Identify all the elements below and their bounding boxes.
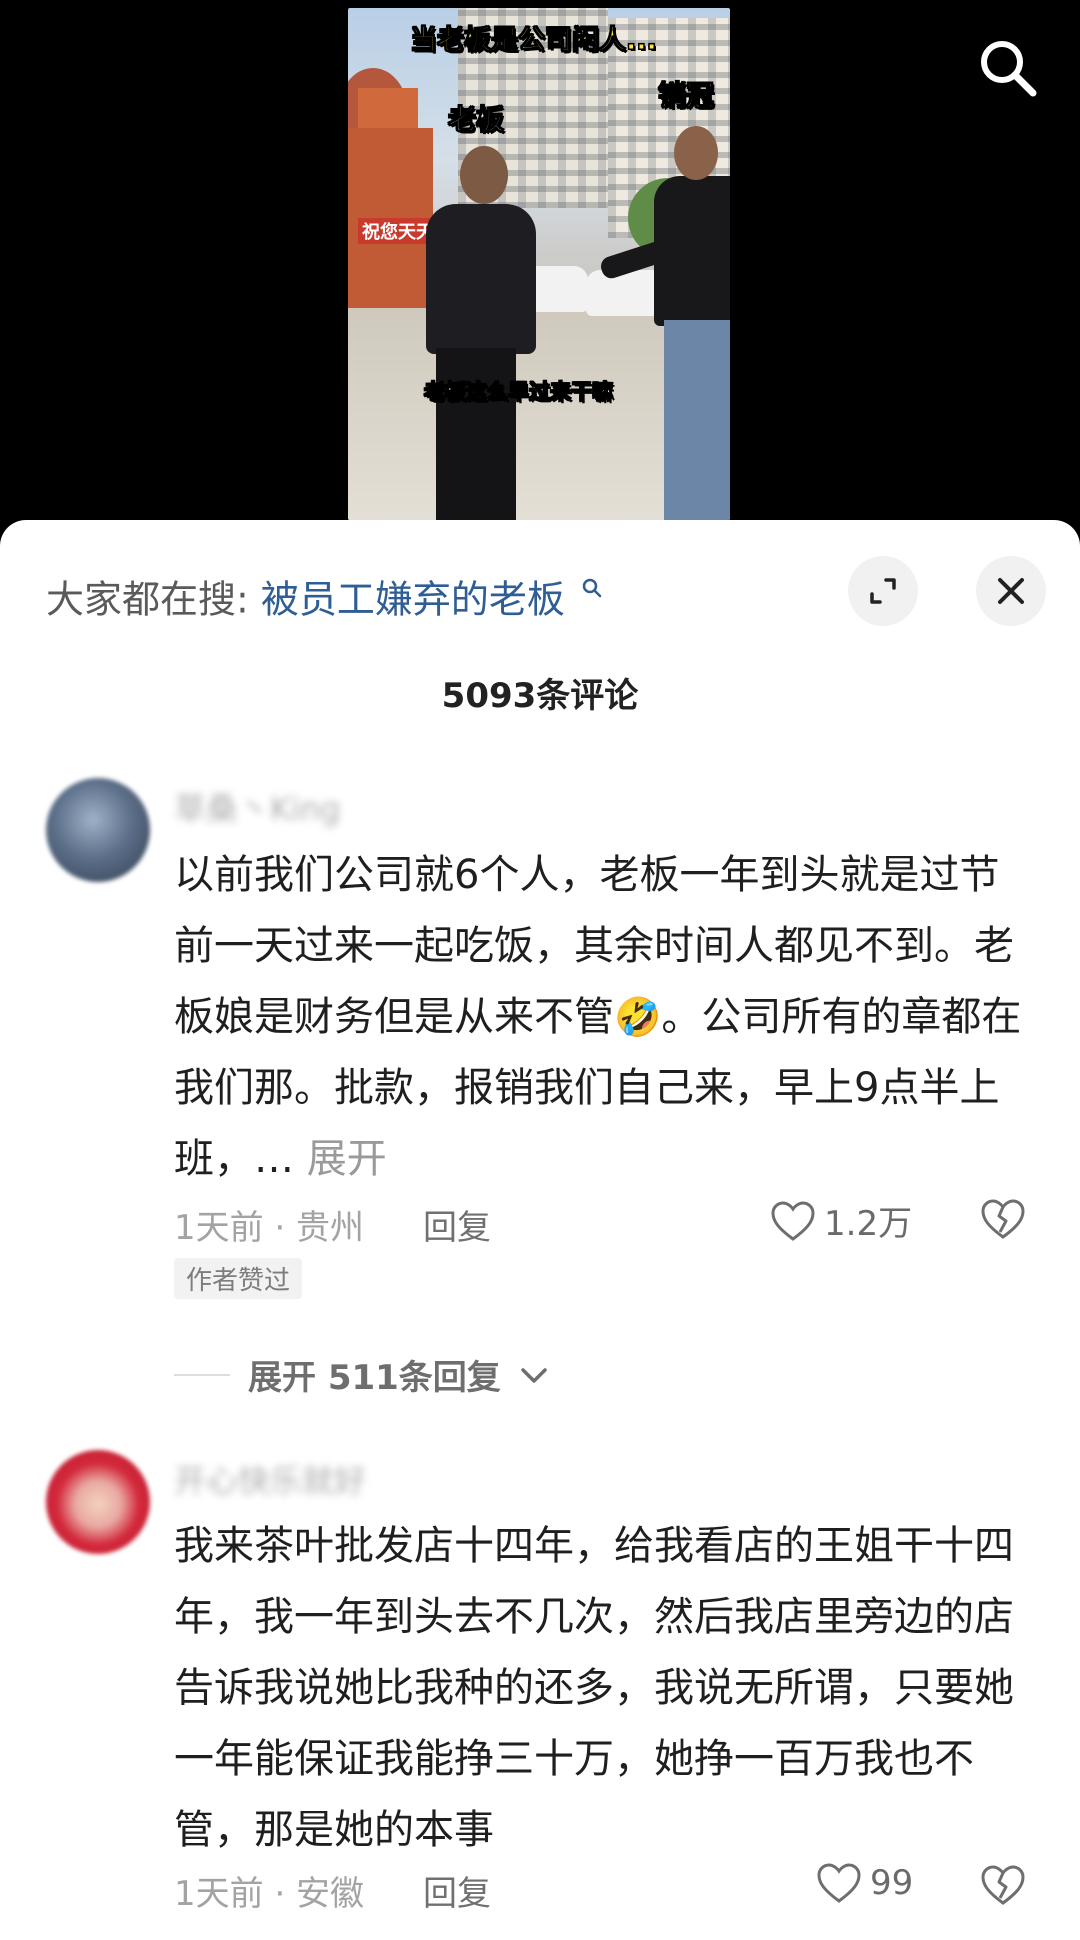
heart-outline-icon xyxy=(771,1200,815,1241)
dislike-button[interactable] xyxy=(980,1198,1026,1244)
like-button[interactable]: 1.2万 xyxy=(770,1196,912,1245)
video-subtitle: 老板这么早过来干嘛 xyxy=(424,380,614,405)
close-button[interactable] xyxy=(976,556,1046,626)
comment-username[interactable]: 开心快乐就好 xyxy=(174,1456,366,1502)
reply-button[interactable]: 回复 xyxy=(423,1200,491,1249)
comment-username[interactable]: 草桑丶King xyxy=(174,784,340,830)
broken-heart-icon xyxy=(981,1865,1025,1905)
trending-search-prefix: 大家都在搜: xyxy=(46,577,249,622)
comment-count-title: 5093条评论 xyxy=(441,676,639,716)
expand-icon xyxy=(870,578,896,604)
avatar[interactable] xyxy=(46,1450,150,1554)
divider-line xyxy=(174,1373,230,1376)
chevron-down-icon xyxy=(521,1367,547,1383)
video-frame[interactable]: 祝您天天 当老板是公司闲人... 老板 销冠 老板这么早过来干嘛 xyxy=(348,8,730,520)
author-liked-badge: 作者赞过 xyxy=(174,1258,303,1299)
rofl-emoji-icon: 🤣 xyxy=(614,995,662,1039)
like-button[interactable]: 99 xyxy=(816,1862,913,1904)
broken-heart-icon xyxy=(981,1199,1025,1239)
video-player[interactable]: 祝您天天 当老板是公司闲人... 老板 销冠 老板这么早过来干嘛 xyxy=(0,0,1080,540)
person-right xyxy=(654,176,730,326)
search-icon xyxy=(981,41,1037,97)
reply-button[interactable]: 回复 xyxy=(423,1866,491,1915)
dislike-button[interactable] xyxy=(980,1864,1026,1910)
person-left-legs xyxy=(436,348,516,520)
search-button[interactable] xyxy=(976,36,1040,100)
small-search-icon xyxy=(581,564,603,608)
expand-text-link[interactable]: 展开 xyxy=(307,1136,387,1182)
video-caption-title: 当老板是公司闲人... xyxy=(410,25,658,57)
video-label-top-sales: 销冠 xyxy=(657,79,715,113)
heart-outline-icon xyxy=(817,1863,861,1903)
expand-replies-button[interactable]: 展开 511条回复 xyxy=(174,1350,549,1399)
comments-sheet: 大家都在搜: 被员工嫌弃的老板 5093条评论 草桑丶King 以前我们公司就6… xyxy=(0,520,1080,1940)
person-right-head xyxy=(674,126,718,180)
trending-search-term[interactable]: 被员工嫌弃的老板 xyxy=(261,578,565,622)
comment-text[interactable]: 以前我们公司就6个人，老板一年到头就是过节前一天过来一起吃饭，其余时间人都见不到… xyxy=(174,840,1036,1195)
expand-button[interactable] xyxy=(848,556,918,626)
comment-time-location: 1天前 · 贵州 xyxy=(174,1208,365,1248)
comment-text[interactable]: 我来茶叶批发店十四年，给我看店的王姐干十四年，我一年到头去不几次，然后我店里旁边… xyxy=(174,1511,1036,1866)
comment-time-location: 1天前 · 安徽 xyxy=(174,1874,365,1914)
trending-search-bar[interactable]: 大家都在搜: 被员工嫌弃的老板 xyxy=(46,564,603,624)
expand-replies-label: 展开 511条回复 xyxy=(248,1358,501,1398)
person-left-head xyxy=(460,146,508,204)
person-right-legs xyxy=(664,320,730,520)
like-count: 99 xyxy=(870,1863,914,1903)
close-icon xyxy=(998,578,1024,604)
video-label-boss: 老板 xyxy=(447,103,505,137)
like-count: 1.2万 xyxy=(824,1204,913,1244)
avatar[interactable] xyxy=(46,778,150,882)
person-left xyxy=(426,204,536,354)
